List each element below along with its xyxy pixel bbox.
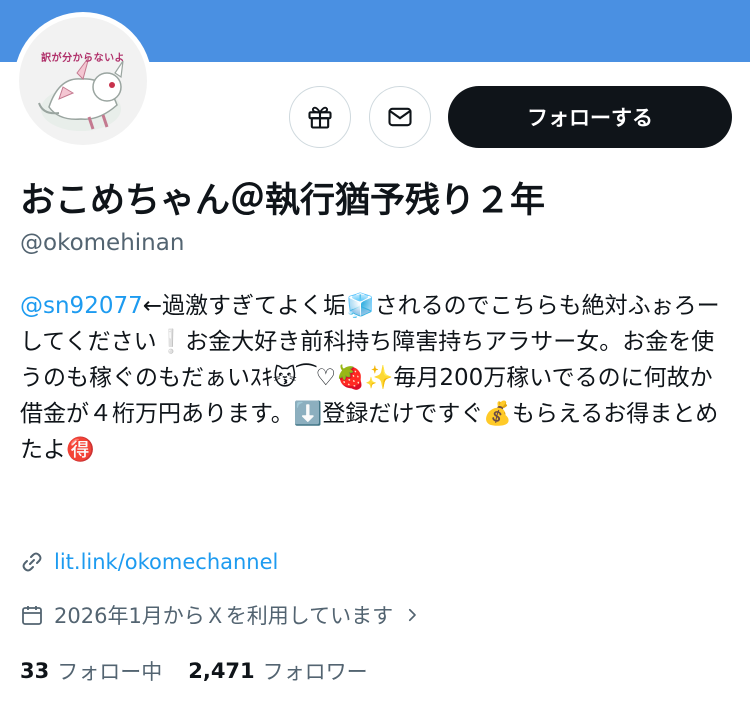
link-icon xyxy=(22,552,42,572)
user-handle: @okomehinan xyxy=(20,230,185,256)
avatar-illustration xyxy=(38,56,124,131)
gift-button[interactable] xyxy=(289,86,351,148)
calendar-icon xyxy=(22,606,42,625)
profile-link-row: lit.link/okomechannel xyxy=(20,550,278,574)
gift-icon xyxy=(308,106,332,129)
mail-icon xyxy=(388,107,412,127)
profile-bio: @sn92077←過激すぎてよく垢🧊されるのでこちらも絶対ふぉろーしてください❕… xyxy=(20,288,732,468)
message-button[interactable] xyxy=(369,86,431,148)
following-count: 33 xyxy=(20,659,50,683)
following-label: フォロー中 xyxy=(57,660,163,684)
follow-stats: 33 フォロー中 2,471 フォロワー xyxy=(20,656,368,686)
joined-date-row[interactable]: 2026年1月からＸを利用しています xyxy=(20,600,421,630)
followers-label: フォロワー xyxy=(262,660,368,684)
follow-button[interactable]: フォローする xyxy=(448,86,732,148)
avatar-image: 訳が分からないよ xyxy=(19,17,147,145)
joined-date: 2026年1月からＸを利用しています xyxy=(54,604,394,628)
followers-link[interactable]: 2,471 フォロワー xyxy=(188,656,367,686)
following-link[interactable]: 33 フォロー中 xyxy=(20,656,162,686)
followers-count: 2,471 xyxy=(188,659,255,683)
avatar-caption: 訳が分からないよ xyxy=(41,53,125,64)
avatar[interactable]: 訳が分からないよ xyxy=(14,12,152,150)
chevron-right-icon xyxy=(409,608,417,622)
profile-website-link[interactable]: lit.link/okomechannel xyxy=(54,550,278,574)
display-name: おこめちゃん＠執行猶予残り２年 xyxy=(20,181,546,221)
bio-mention-link[interactable]: @sn92077 xyxy=(20,293,143,319)
